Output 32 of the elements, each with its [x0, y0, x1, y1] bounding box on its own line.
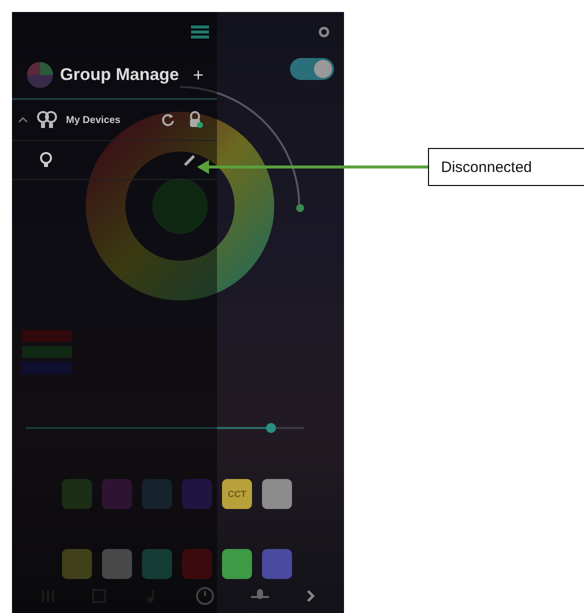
color-swatch[interactable]: [102, 479, 132, 510]
menu-icon[interactable]: [191, 25, 209, 39]
chevron-right-icon[interactable]: [306, 589, 316, 604]
color-swatch[interactable]: [102, 549, 132, 580]
app-logo-icon: [26, 61, 54, 89]
power-toggle[interactable]: [290, 58, 334, 80]
color-value-field[interactable]: [22, 346, 72, 358]
bulbs-icon: [36, 110, 58, 130]
color-swatch[interactable]: [142, 479, 172, 510]
device-group-row[interactable]: My Devices: [12, 100, 217, 141]
color-value-field[interactable]: [22, 330, 72, 342]
color-swatch[interactable]: [182, 549, 212, 580]
add-group-button[interactable]: +: [189, 64, 208, 86]
drawer-title: Group Manage: [60, 65, 180, 85]
color-swatch[interactable]: [262, 549, 292, 580]
lock-icon[interactable]: [189, 111, 203, 129]
callout-label: Disconnected: [428, 148, 584, 186]
color-swatch[interactable]: [62, 549, 92, 580]
group-name: My Devices: [66, 114, 120, 126]
slider-thumb[interactable]: [266, 423, 276, 434]
color-value-field[interactable]: [22, 362, 72, 374]
pencil-icon[interactable]: [183, 153, 197, 167]
color-swatch[interactable]: [182, 479, 212, 510]
timer-icon[interactable]: [194, 586, 215, 606]
color-swatch[interactable]: [62, 479, 92, 510]
color-swatch[interactable]: [222, 549, 252, 580]
color-swatch[interactable]: [142, 549, 172, 580]
caret-up-icon[interactable]: [18, 116, 28, 124]
settings-icon[interactable]: [318, 26, 330, 38]
refresh-icon[interactable]: [161, 113, 175, 127]
color-swatch[interactable]: [262, 479, 292, 510]
bulb-icon: [40, 152, 52, 168]
